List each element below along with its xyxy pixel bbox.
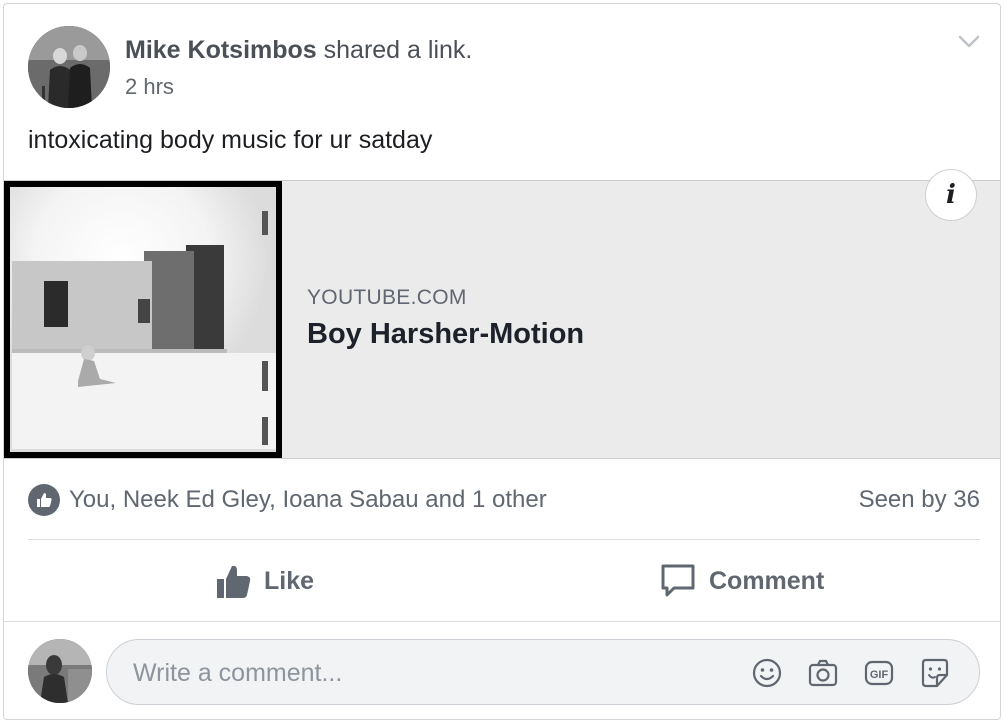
info-icon[interactable]: i	[925, 169, 977, 221]
post-card: Mike Kotsimbos shared a link. 2 hrs into…	[3, 3, 1001, 720]
like-label: Like	[264, 566, 315, 595]
divider	[28, 539, 980, 540]
author-avatar[interactable]	[28, 26, 110, 108]
link-title[interactable]: Boy Harsher-Motion	[307, 318, 584, 351]
svg-text:GIF: GIF	[870, 669, 889, 681]
comment-input[interactable]	[131, 656, 695, 690]
emoji-icon[interactable]	[751, 657, 783, 689]
link-domain: YOUTUBE.COM	[307, 286, 467, 309]
sticker-icon[interactable]	[919, 657, 951, 689]
share-action-text: shared a link.	[316, 36, 473, 64]
post-message: intoxicating body music for ur satday	[28, 126, 433, 154]
comment-composer: GIF	[106, 639, 980, 705]
seen-by-count[interactable]: Seen by 36	[859, 486, 980, 514]
camera-icon[interactable]	[807, 657, 839, 689]
post-header: Mike Kotsimbos shared a link.	[125, 34, 472, 66]
chevron-down-icon[interactable]	[956, 28, 982, 54]
current-user-avatar[interactable]	[28, 639, 92, 703]
thumbs-up-icon	[217, 565, 251, 598]
link-thumbnail[interactable]	[4, 181, 282, 458]
post-timestamp[interactable]: 2 hrs	[125, 74, 174, 100]
comment-label: Comment	[709, 566, 825, 595]
comment-bubble-icon	[661, 564, 695, 597]
reactors-list[interactable]: You, Neek Ed Gley, Ioana Sabau and 1 oth…	[69, 486, 547, 514]
divider	[4, 621, 1000, 622]
reactions-summary: You, Neek Ed Gley, Ioana Sabau and 1 oth…	[28, 483, 980, 517]
like-badge-icon	[28, 484, 60, 516]
gif-icon[interactable]: GIF	[863, 657, 895, 689]
like-button[interactable]: Like	[214, 551, 314, 611]
comment-button[interactable]: Comment	[659, 551, 824, 611]
author-name-link[interactable]: Mike Kotsimbos	[125, 36, 317, 64]
